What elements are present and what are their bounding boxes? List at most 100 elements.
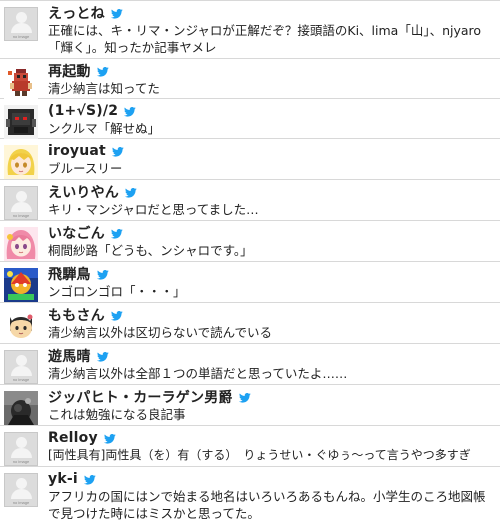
- user-name[interactable]: えっとね: [48, 3, 105, 23]
- tweet-text: 清少納言以外は全部１つの単語だと思っていたよ……: [48, 366, 348, 381]
- user-name[interactable]: yk-i: [48, 471, 78, 487]
- user-name[interactable]: (1+√S)/2: [48, 103, 118, 119]
- twitter-bird-icon[interactable]: [83, 474, 96, 485]
- tweet-content: いなごん 桐間紗路「どうも、ンシャロです。」: [48, 224, 496, 258]
- user-name[interactable]: いなごん: [48, 223, 105, 243]
- avatar-cat[interactable]: [4, 309, 38, 343]
- name-row: えいりやん: [48, 183, 496, 201]
- tweet-item[interactable]: ジッパヒト・カーラゲン男爵 これは勉強になる良記事: [0, 385, 500, 426]
- twitter-bird-icon[interactable]: [110, 8, 123, 19]
- twitter-bird-icon[interactable]: [125, 187, 137, 198]
- tweet-item[interactable]: ももさん 清少納言以外は区切らないで読んでいる: [0, 303, 500, 344]
- tweet-text: アフリカの国にはンで始まる地名はいろいろあるもんね。小学生のころ地図帳で見つけた…: [48, 489, 486, 520]
- twitter-bird-icon[interactable]: [110, 228, 123, 239]
- placeholder-head: [16, 355, 27, 366]
- avatar-anime-girl-pink[interactable]: [4, 227, 38, 261]
- twitter-bird-icon[interactable]: [96, 269, 109, 280]
- avatar-placeholder[interactable]: no image: [4, 432, 38, 466]
- twitter-bird-icon[interactable]: [103, 433, 116, 444]
- tweet-item[interactable]: no image えいりやん キリ・マンジャロだと思ってました…: [0, 180, 500, 221]
- user-name[interactable]: Relloy: [48, 430, 98, 446]
- placeholder-label: no image: [12, 500, 30, 505]
- placeholder-head: [16, 191, 27, 202]
- tweet-text: ブルースリー: [48, 161, 123, 176]
- name-row: 再起動: [48, 62, 496, 80]
- placeholder-head: [16, 437, 27, 448]
- name-row: えっとね: [48, 4, 496, 22]
- placeholder-body: [11, 202, 32, 212]
- twitter-bird-icon[interactable]: [110, 310, 123, 321]
- tweet-item[interactable]: いなごん 桐間紗路「どうも、ンシャロです。」: [0, 221, 500, 262]
- name-row: ジッパヒト・カーラゲン男爵: [48, 388, 496, 406]
- tweet-text: 清少納言は知ってた: [48, 81, 160, 96]
- name-row: yk-i: [48, 470, 496, 488]
- tweet-item[interactable]: no image Relloy [両性具有]両性具（を）有（する） りょうせい・…: [0, 426, 500, 467]
- user-name[interactable]: ももさん: [48, 305, 105, 325]
- user-name[interactable]: 飛騨鳥: [48, 264, 91, 284]
- avatar-placeholder[interactable]: no image: [4, 350, 38, 384]
- user-name[interactable]: 再起動: [48, 61, 91, 81]
- tweet-list: no image えっとね 正確には、キ・リマ・ンジャロが正解だぞ？接頭語のKi…: [0, 0, 500, 520]
- tweet-text: [両性具有]両性具（を）有（する） りょうせい・ぐゆぅ～って言うやつ多すぎ: [48, 448, 471, 462]
- avatar-dark-photo[interactable]: [4, 391, 38, 425]
- name-row: Relloy: [48, 429, 496, 447]
- avatar-pixel-character[interactable]: [4, 65, 38, 99]
- avatar-robot[interactable]: [4, 105, 38, 139]
- tweet-content: 飛騨鳥 ンゴロンゴロ「・・・」: [48, 265, 496, 299]
- twitter-bird-icon[interactable]: [238, 392, 251, 403]
- tweet-content: えっとね 正確には、キ・リマ・ンジャロが正解だぞ？接頭語のKi、lima「山」、…: [48, 4, 496, 55]
- tweet-content: (1+√S)/2 ンクルマ「解せぬ」: [48, 102, 496, 136]
- tweet-content: ももさん 清少納言以外は区切らないで読んでいる: [48, 306, 496, 340]
- tweet-item[interactable]: 飛騨鳥 ンゴロンゴロ「・・・」: [0, 262, 500, 303]
- tweet-item[interactable]: 再起動 清少納言は知ってた: [0, 59, 500, 99]
- tweet-text: 清少納言以外は区切らないで読んでいる: [48, 325, 273, 340]
- tweet-content: 遊馬晴 清少納言以外は全部１つの単語だと思っていたよ……: [48, 347, 496, 381]
- placeholder-body: [11, 366, 32, 376]
- tweet-text: ンゴロンゴロ「・・・」: [48, 284, 186, 299]
- name-row: いなごん: [48, 224, 496, 242]
- tweet-content: えいりやん キリ・マンジャロだと思ってました…: [48, 183, 496, 217]
- avatar-anime-girl[interactable]: [4, 145, 38, 179]
- avatar-colorful-art[interactable]: [4, 268, 38, 302]
- placeholder-body: [11, 489, 32, 499]
- placeholder-body: [11, 23, 32, 33]
- tweet-text: これは勉強になる良記事: [48, 407, 186, 422]
- avatar-placeholder[interactable]: no image: [4, 7, 38, 41]
- tweet-content: iroyuat ブルースリー: [48, 142, 496, 176]
- tweet-content: ジッパヒト・カーラゲン男爵 これは勉強になる良記事: [48, 388, 496, 422]
- placeholder-label: no image: [12, 34, 30, 39]
- name-row: ももさん: [48, 306, 496, 324]
- twitter-bird-icon[interactable]: [96, 66, 109, 77]
- user-name[interactable]: 遊馬晴: [48, 346, 91, 366]
- placeholder-label: no image: [12, 213, 30, 218]
- twitter-bird-icon[interactable]: [124, 106, 136, 117]
- avatar-placeholder[interactable]: no image: [4, 473, 38, 507]
- placeholder-body: [11, 448, 32, 458]
- tweet-content: yk-i アフリカの国にはンで始まる地名はいろいろあるもんね。小学生のころ地図帳…: [48, 470, 496, 520]
- user-name[interactable]: iroyuat: [48, 143, 106, 159]
- name-row: 遊馬晴: [48, 347, 496, 365]
- tweet-text: キリ・マンジャロだと思ってました…: [48, 202, 259, 217]
- user-name[interactable]: えいりやん: [48, 182, 119, 202]
- tweet-text: ンクルマ「解せぬ」: [48, 121, 161, 136]
- tweet-text: 正確には、キ・リマ・ンジャロが正解だぞ？接頭語のKi、lima「山」、njyar…: [48, 23, 482, 55]
- tweet-item[interactable]: no image えっとね 正確には、キ・リマ・ンジャロが正解だぞ？接頭語のKi…: [0, 1, 500, 59]
- tweet-text: 桐間紗路「どうも、ンシャロです。」: [48, 243, 253, 258]
- placeholder-head: [16, 478, 27, 489]
- tweet-item[interactable]: (1+√S)/2 ンクルマ「解せぬ」: [0, 99, 500, 139]
- placeholder-label: no image: [12, 459, 30, 464]
- twitter-bird-icon[interactable]: [96, 351, 109, 362]
- tweet-item[interactable]: no image 遊馬晴 清少納言以外は全部１つの単語だと思っていたよ……: [0, 344, 500, 385]
- twitter-bird-icon[interactable]: [111, 146, 124, 157]
- name-row: iroyuat: [48, 142, 496, 160]
- name-row: (1+√S)/2: [48, 102, 496, 120]
- name-row: 飛騨鳥: [48, 265, 496, 283]
- user-name[interactable]: ジッパヒト・カーラゲン男爵: [48, 387, 233, 407]
- tweet-item[interactable]: no image yk-i アフリカの国にはンで始まる地名はいろいろあるもんね。…: [0, 467, 500, 520]
- tweet-content: Relloy [両性具有]両性具（を）有（する） りょうせい・ぐゆぅ～って言うや…: [48, 429, 496, 463]
- tweet-content: 再起動 清少納言は知ってた: [48, 62, 496, 96]
- placeholder-head: [16, 12, 27, 23]
- tweet-item[interactable]: iroyuat ブルースリー: [0, 139, 500, 180]
- avatar-placeholder[interactable]: no image: [4, 186, 38, 220]
- placeholder-label: no image: [12, 377, 30, 382]
